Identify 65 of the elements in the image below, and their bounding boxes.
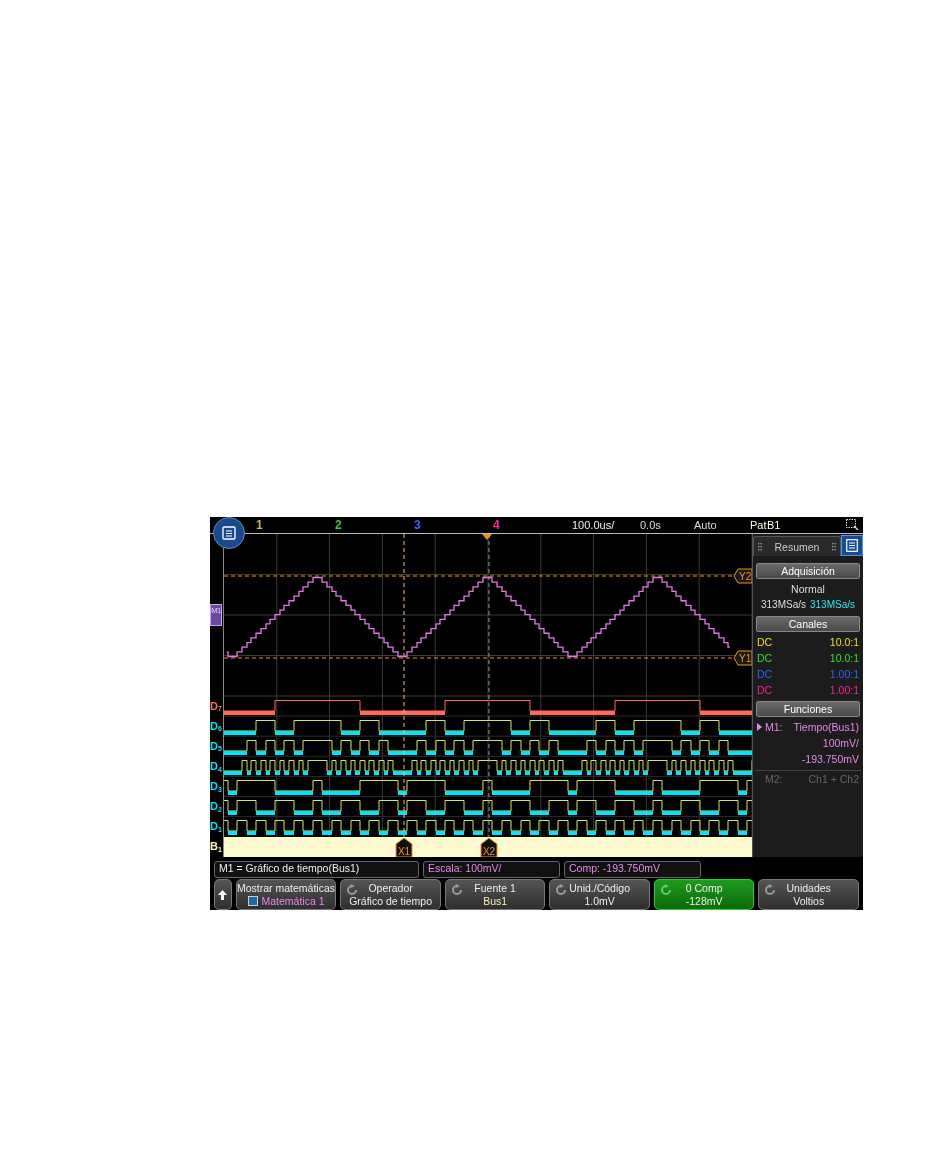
probe-ratio: 1.00:1: [829, 667, 859, 682]
channel-label: D$_{7}$: [210, 700, 222, 712]
channel-coupling: DC: [757, 667, 773, 682]
trigger-marker[interactable]: [482, 534, 492, 540]
function-name[interactable]: M1:: [765, 719, 783, 735]
checkbox[interactable]: [247, 895, 258, 906]
softkey[interactable]: Unidades Voltios: [758, 879, 859, 910]
info-field: Escala: 100mV/: [423, 861, 560, 878]
channel-label: D$_{1}$: [210, 821, 222, 833]
x-cursor[interactable]: X2: [480, 534, 498, 857]
trigger-mode-label: Auto: [694, 519, 718, 531]
rotate-icon: [764, 884, 777, 896]
channel-label: D$_{2}$: [210, 801, 222, 812]
channel-label[interactable]: 3: [414, 518, 421, 532]
menu-tab[interactable]: [841, 535, 863, 556]
rotate-icon: [346, 884, 359, 896]
trigger-source-label: B1: [767, 519, 781, 531]
channel-label: D$_{6}$: [210, 720, 222, 732]
section-header: Funciones: [756, 701, 860, 717]
summary-tab[interactable]: Resumen: [753, 536, 841, 556]
probe-ratio: 1.00:1: [829, 683, 859, 698]
function-scale: 100mV/: [822, 736, 859, 751]
channel-coupling: DC: [757, 635, 773, 650]
y-cursor[interactable]: Y2: [224, 568, 752, 584]
softkey[interactable]: Unid./Código 1.0mV: [549, 879, 650, 910]
info-field: M1 = Gráfico de tiempo(Bus1): [214, 861, 419, 878]
softkey[interactable]: Fuente 1 Bus1: [444, 879, 546, 910]
channel-label: D$_{5}$: [210, 740, 222, 752]
function-offset: -193.750mV: [801, 752, 859, 767]
function-expression: Ch1 + Ch2: [808, 772, 859, 787]
rotate-icon: [555, 884, 568, 896]
menu-icon: [222, 526, 236, 540]
probe-ratio: 10.0:1: [829, 651, 859, 666]
timebase-label: 100.0us/: [572, 519, 616, 531]
info-field: Comp: -193.750mV: [564, 861, 701, 878]
grip-icon: [832, 542, 836, 551]
bus-label: B$_{1}$: [210, 841, 222, 853]
channel-coupling: DC: [757, 683, 773, 698]
softkey[interactable]: Operador Gráfico de tiempo: [340, 879, 441, 910]
probe-ratio: 10.0:1: [829, 635, 859, 650]
channel-label: D$_{4}$: [210, 760, 222, 772]
channel-label[interactable]: 1: [256, 518, 263, 532]
zoom-icon[interactable]: [846, 519, 859, 531]
up-arrow-icon: [218, 890, 228, 901]
menu-button[interactable]: [213, 517, 245, 549]
y-cursor[interactable]: Y1: [224, 650, 752, 666]
delay-label: 0.0s: [640, 519, 662, 531]
channel-coupling: DC: [757, 651, 773, 666]
rotate-icon: [659, 884, 672, 896]
softkey[interactable]: Mostrar matemáticas Matemática 1: [235, 879, 337, 910]
section-header: Canales: [756, 616, 860, 632]
section-header: Adquisición: [756, 563, 860, 579]
channel-label[interactable]: 2: [335, 518, 342, 532]
function-expression: Tiempo(Bus1): [793, 720, 859, 735]
grip-icon: [758, 542, 762, 551]
rotate-icon: [450, 884, 463, 896]
channel-label: D$_{3}$: [210, 780, 222, 792]
back-button[interactable]: [214, 879, 232, 910]
channel-label[interactable]: 4: [493, 518, 500, 532]
x-cursor[interactable]: X1: [395, 534, 413, 857]
sample-rate: 313MSa/s: [760, 598, 806, 612]
softkey[interactable]: 0 Comp -128mV: [653, 879, 755, 910]
menu-icon: [846, 539, 858, 552]
acquisition-mode: Normal: [791, 582, 825, 597]
sample-rate: 313MSa/s: [810, 598, 856, 612]
